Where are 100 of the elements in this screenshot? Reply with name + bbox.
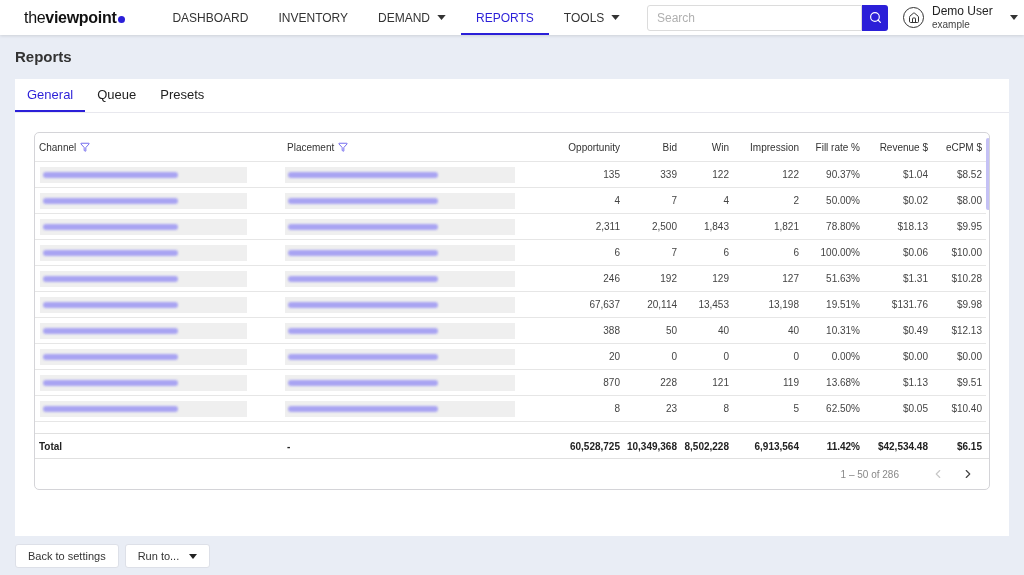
table-cell-text: 1,843 bbox=[703, 220, 729, 234]
table-cell-text: $1.13 bbox=[902, 376, 928, 390]
page-range: 1 – 50 of 286 bbox=[840, 467, 899, 482]
table-cell-text: 40 bbox=[787, 324, 799, 338]
column-header: Win bbox=[711, 140, 729, 155]
filter-icon[interactable] bbox=[338, 142, 349, 152]
column-header: Placement bbox=[287, 140, 335, 155]
nav-item[interactable]: TOOLS bbox=[548, 0, 636, 35]
table-cell-text: 6 bbox=[614, 246, 620, 260]
total-cell-text: - bbox=[287, 439, 291, 454]
table-cell-text: 870 bbox=[603, 376, 620, 390]
table-cell-text: 135 bbox=[603, 168, 620, 182]
table-cell-text: 62.50% bbox=[826, 402, 860, 416]
user-menu[interactable]: Demo User example bbox=[903, 3, 1018, 32]
table-cell-text: $0.02 bbox=[902, 194, 928, 208]
table-cell-text: 122 bbox=[712, 168, 729, 182]
table-cell-text: $8.00 bbox=[956, 194, 982, 208]
table-cell-text: $1.31 bbox=[902, 272, 928, 286]
table-cell-text: 4 bbox=[614, 194, 620, 208]
table-cell-text: 19.51% bbox=[826, 298, 860, 312]
table-cell-text: 50.00% bbox=[826, 194, 860, 208]
table-cell-text: $10.28 bbox=[951, 272, 982, 286]
table-cell-text: $0.00 bbox=[902, 350, 928, 364]
table-cell-text: 8 bbox=[723, 402, 729, 416]
column-header: eCPM $ bbox=[945, 140, 982, 155]
table-cell-text: 20 bbox=[608, 350, 620, 364]
table-cell-text: 246 bbox=[603, 272, 620, 286]
nav-item[interactable]: REPORTS bbox=[461, 0, 549, 35]
table-cell-text: $0.00 bbox=[956, 350, 982, 364]
filter-icon[interactable] bbox=[80, 142, 91, 152]
table-cell-text: 2 bbox=[793, 194, 799, 208]
table-cell-text: 23 bbox=[665, 402, 677, 416]
column-header: Bid bbox=[662, 140, 677, 155]
table-cell-text: 129 bbox=[712, 272, 729, 286]
column-header: Revenue $ bbox=[879, 140, 928, 155]
table-cell-text: $1.04 bbox=[902, 168, 928, 182]
table-cell-text: 339 bbox=[660, 168, 677, 182]
table-cell-text: 0 bbox=[671, 350, 677, 364]
dot-icon bbox=[118, 15, 126, 23]
column-header: Fill rate % bbox=[815, 140, 860, 155]
table-cell-text: $131.76 bbox=[891, 298, 928, 312]
table-cell-text: $0.05 bbox=[902, 402, 928, 416]
table-cell-text: 20,114 bbox=[647, 298, 677, 312]
table-cell-text: 119 bbox=[783, 376, 799, 390]
table-cell-text: 6 bbox=[723, 246, 729, 260]
tab[interactable]: General bbox=[15, 79, 86, 112]
table-cell-text: 2,311 bbox=[595, 220, 620, 234]
nav-item[interactable]: INVENTORY bbox=[263, 0, 364, 35]
table-cell-text: 0 bbox=[793, 350, 799, 364]
table-cell-text: $0.06 bbox=[902, 246, 928, 260]
table-cell-text: 90.37% bbox=[826, 168, 860, 182]
action-button[interactable]: Run to... bbox=[124, 544, 211, 568]
table-cell-text: 5 bbox=[793, 402, 799, 416]
table-cell-text: 8 bbox=[614, 402, 620, 416]
table-cell-text: 67,637 bbox=[589, 298, 620, 312]
table-cell-text: 192 bbox=[660, 272, 677, 286]
total-cell-text: $6.15 bbox=[956, 439, 982, 454]
tab[interactable]: Queue bbox=[85, 79, 149, 112]
nav-item[interactable]: DEMAND bbox=[363, 0, 462, 35]
table-cell-text: 10.31% bbox=[826, 324, 860, 338]
search-button[interactable] bbox=[862, 4, 888, 31]
table-cell-text: 13,453 bbox=[698, 298, 729, 312]
table-cell-text: 127 bbox=[782, 272, 799, 286]
column-header: Channel bbox=[39, 140, 77, 155]
total-cell-text: 10,349,368 bbox=[626, 439, 677, 454]
table-cell-text: 100.00% bbox=[820, 246, 860, 260]
table-cell-text: 0.00% bbox=[831, 350, 860, 364]
table-cell-text: $8.52 bbox=[956, 168, 982, 182]
tab[interactable]: Presets bbox=[148, 79, 217, 112]
total-cell-text: 60,528,725 bbox=[569, 439, 620, 454]
table-cell-text: 7 bbox=[671, 246, 677, 260]
search-field[interactable]: Search bbox=[647, 4, 862, 31]
table-cell-text: $10.00 bbox=[951, 246, 982, 260]
table-cell-text: $9.95 bbox=[956, 220, 982, 234]
total-cell-text: 8,502,228 bbox=[684, 439, 729, 454]
action-button[interactable]: Back to settings bbox=[15, 544, 119, 568]
table-cell-text: 50 bbox=[665, 324, 677, 338]
table-cell-text: 121 bbox=[712, 376, 729, 390]
table-cell-text: 122 bbox=[782, 168, 799, 182]
total-cell-text: $42,534.48 bbox=[877, 439, 928, 454]
page-title: Reports bbox=[15, 46, 72, 67]
table-cell-text: 2,500 bbox=[651, 220, 677, 234]
table-cell-text: 13,198 bbox=[768, 298, 799, 312]
search-icon bbox=[868, 11, 882, 24]
table-cell-text: 13.68% bbox=[826, 376, 860, 390]
total-cell-text: Total bbox=[39, 439, 63, 454]
total-cell-text: 11.42% bbox=[826, 439, 860, 454]
scrollbar-thumb[interactable] bbox=[986, 138, 989, 210]
table-cell-text: 78.80% bbox=[826, 220, 860, 234]
table-cell-text: 388 bbox=[603, 324, 620, 338]
table-cell-text: $0.49 bbox=[902, 324, 928, 338]
table-cell-text: 4 bbox=[723, 194, 729, 208]
table-cell-text: $9.51 bbox=[956, 376, 982, 390]
column-header: Opportunity bbox=[568, 140, 620, 155]
table-cell-text: 0 bbox=[723, 350, 729, 364]
table-cell-text: $9.98 bbox=[956, 298, 982, 312]
table-cell-text: 1,821 bbox=[773, 220, 799, 234]
table-cell-text: 6 bbox=[793, 246, 799, 260]
nav-item[interactable]: DASHBOARD bbox=[157, 0, 264, 35]
table-cell-text: 51.63% bbox=[826, 272, 860, 286]
